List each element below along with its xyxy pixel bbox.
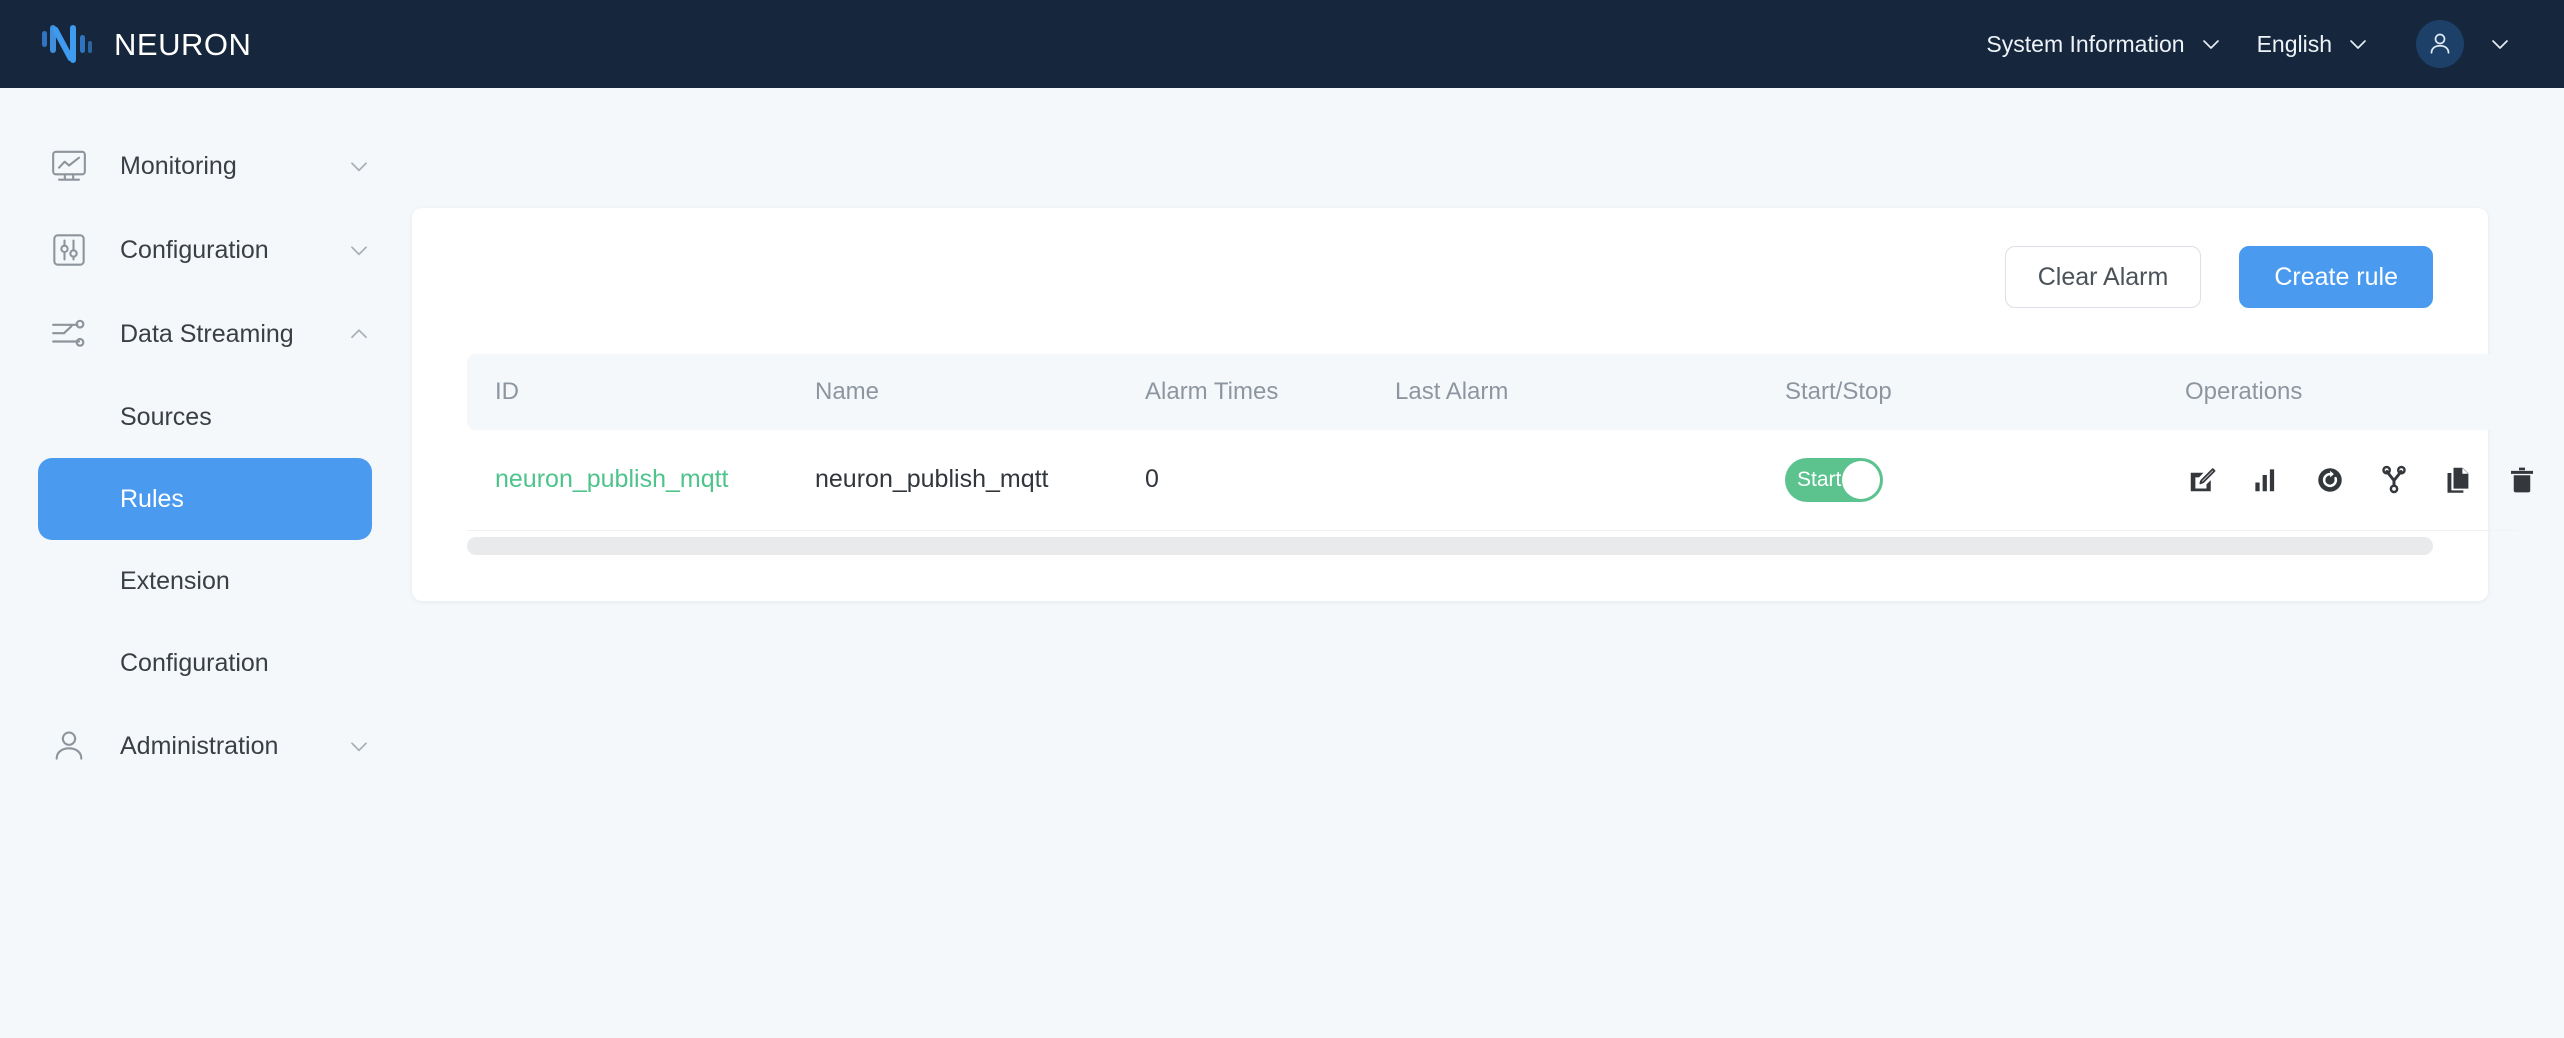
topology-branch-icon[interactable]	[2377, 463, 2411, 497]
chevron-up-icon	[346, 321, 372, 347]
clear-alarm-button[interactable]: Clear Alarm	[2004, 246, 2202, 308]
sidebar-item-configuration[interactable]: Configuration	[0, 208, 410, 292]
cell-start-stop: Start	[1757, 430, 2157, 531]
sidebar-group-administration: Administration	[0, 704, 410, 788]
sliders-square-icon	[46, 227, 92, 273]
brand: NEURON	[40, 0, 251, 88]
chevron-down-icon	[2199, 32, 2223, 56]
sidebar-item-label: Sources	[120, 402, 212, 431]
sidebar-item-label: Rules	[120, 484, 184, 513]
sidebar-item-extension[interactable]: Extension	[38, 540, 372, 622]
create-rule-button[interactable]: Create rule	[2239, 246, 2433, 308]
sidebar-group-monitoring: Monitoring	[0, 124, 410, 208]
sidebar-group-data-streaming: Data Streaming Sources Rules Extension C…	[0, 292, 410, 704]
chevron-down-icon	[346, 153, 372, 179]
table-horizontal-scrollbar[interactable]	[467, 536, 2433, 555]
column-header-alarm-times: Alarm Times	[1117, 354, 1367, 430]
rules-table: ID Name Alarm Times Last Alarm Start/Sto…	[467, 354, 2533, 531]
sidebar-item-administration[interactable]: Administration	[0, 704, 410, 788]
table-body: neuron_publish_mqtt neuron_publish_mqtt …	[467, 430, 2533, 531]
monitor-chart-icon	[46, 143, 92, 189]
data-streaming-nodes-icon	[46, 311, 92, 357]
table-row: neuron_publish_mqtt neuron_publish_mqtt …	[467, 430, 2533, 531]
delete-trash-icon[interactable]	[2505, 463, 2539, 497]
brand-name: NEURON	[114, 26, 252, 62]
user-avatar-icon	[2430, 33, 2450, 54]
column-header-id: ID	[467, 354, 787, 430]
cell-id: neuron_publish_mqtt	[467, 430, 787, 531]
main-content: Clear Alarm Create rule ID Name Alarm Ti…	[410, 88, 2564, 1038]
sidebar-item-label: Configuration	[120, 235, 269, 264]
sidebar-group-configuration: Configuration	[0, 208, 410, 292]
sidebar: Monitoring Configuration Data Streaming …	[0, 88, 410, 1038]
toggle-knob	[1842, 460, 1880, 499]
table-header: ID Name Alarm Times Last Alarm Start/Sto…	[467, 354, 2517, 430]
operations-group	[2185, 463, 2533, 497]
chevron-down-icon	[2488, 32, 2512, 56]
rule-id-link[interactable]: neuron_publish_mqtt	[495, 465, 729, 493]
neuron-waveform-logo-icon	[40, 21, 96, 67]
chevron-down-icon	[346, 733, 372, 759]
app-header: NEURON System Information English	[0, 0, 2564, 88]
column-header-operations: Operations	[2157, 354, 2517, 430]
cell-alarm-times: 0	[1117, 430, 1367, 531]
start-stop-toggle[interactable]: Start	[1785, 457, 1883, 502]
edit-icon[interactable]	[2185, 463, 2219, 497]
statistics-bar-chart-icon[interactable]	[2249, 463, 2283, 497]
column-header-start-stop: Start/Stop	[1757, 354, 2157, 430]
rules-card: Clear Alarm Create rule ID Name Alarm Ti…	[412, 208, 2533, 601]
sidebar-item-rules[interactable]: Rules	[38, 458, 372, 540]
sidebar-item-label: Administration	[120, 731, 279, 760]
sidebar-item-label: Configuration	[120, 648, 269, 677]
card-toolbar: Clear Alarm Create rule	[467, 246, 2433, 354]
user-menu-toggle[interactable]	[2474, 0, 2512, 88]
toggle-label: Start	[1797, 468, 1842, 492]
column-header-name: Name	[787, 354, 1117, 430]
copy-document-icon[interactable]	[2441, 463, 2475, 497]
cell-name: neuron_publish_mqtt	[787, 430, 1117, 531]
cell-last-alarm	[1367, 430, 1757, 531]
user-person-icon	[46, 723, 92, 769]
language-menu[interactable]: English	[2257, 0, 2370, 88]
sidebar-item-configuration-sub[interactable]: Configuration	[38, 622, 372, 704]
sidebar-item-monitoring[interactable]: Monitoring	[0, 124, 410, 208]
avatar[interactable]	[2416, 20, 2464, 68]
rules-table-wrapper: ID Name Alarm Times Last Alarm Start/Sto…	[467, 354, 2533, 555]
language-label: English	[2256, 30, 2332, 57]
cell-operations	[2157, 430, 2533, 531]
chevron-down-icon	[2346, 32, 2370, 56]
chevron-down-icon	[346, 237, 372, 263]
sidebar-item-data-streaming[interactable]: Data Streaming	[0, 292, 410, 376]
sidebar-item-label: Data Streaming	[120, 319, 294, 348]
system-information-menu[interactable]: System Information	[1986, 0, 2222, 88]
header-right-menu: System Information English	[1986, 0, 2512, 88]
sidebar-item-sources[interactable]: Sources	[38, 376, 372, 458]
column-header-last-alarm: Last Alarm	[1367, 354, 1757, 430]
table-header-row: ID Name Alarm Times Last Alarm Start/Sto…	[467, 354, 2517, 430]
restart-refresh-icon[interactable]	[2313, 463, 2347, 497]
system-information-label: System Information	[1986, 30, 2185, 57]
sidebar-item-label: Monitoring	[120, 151, 237, 180]
sidebar-item-label: Extension	[120, 566, 230, 595]
